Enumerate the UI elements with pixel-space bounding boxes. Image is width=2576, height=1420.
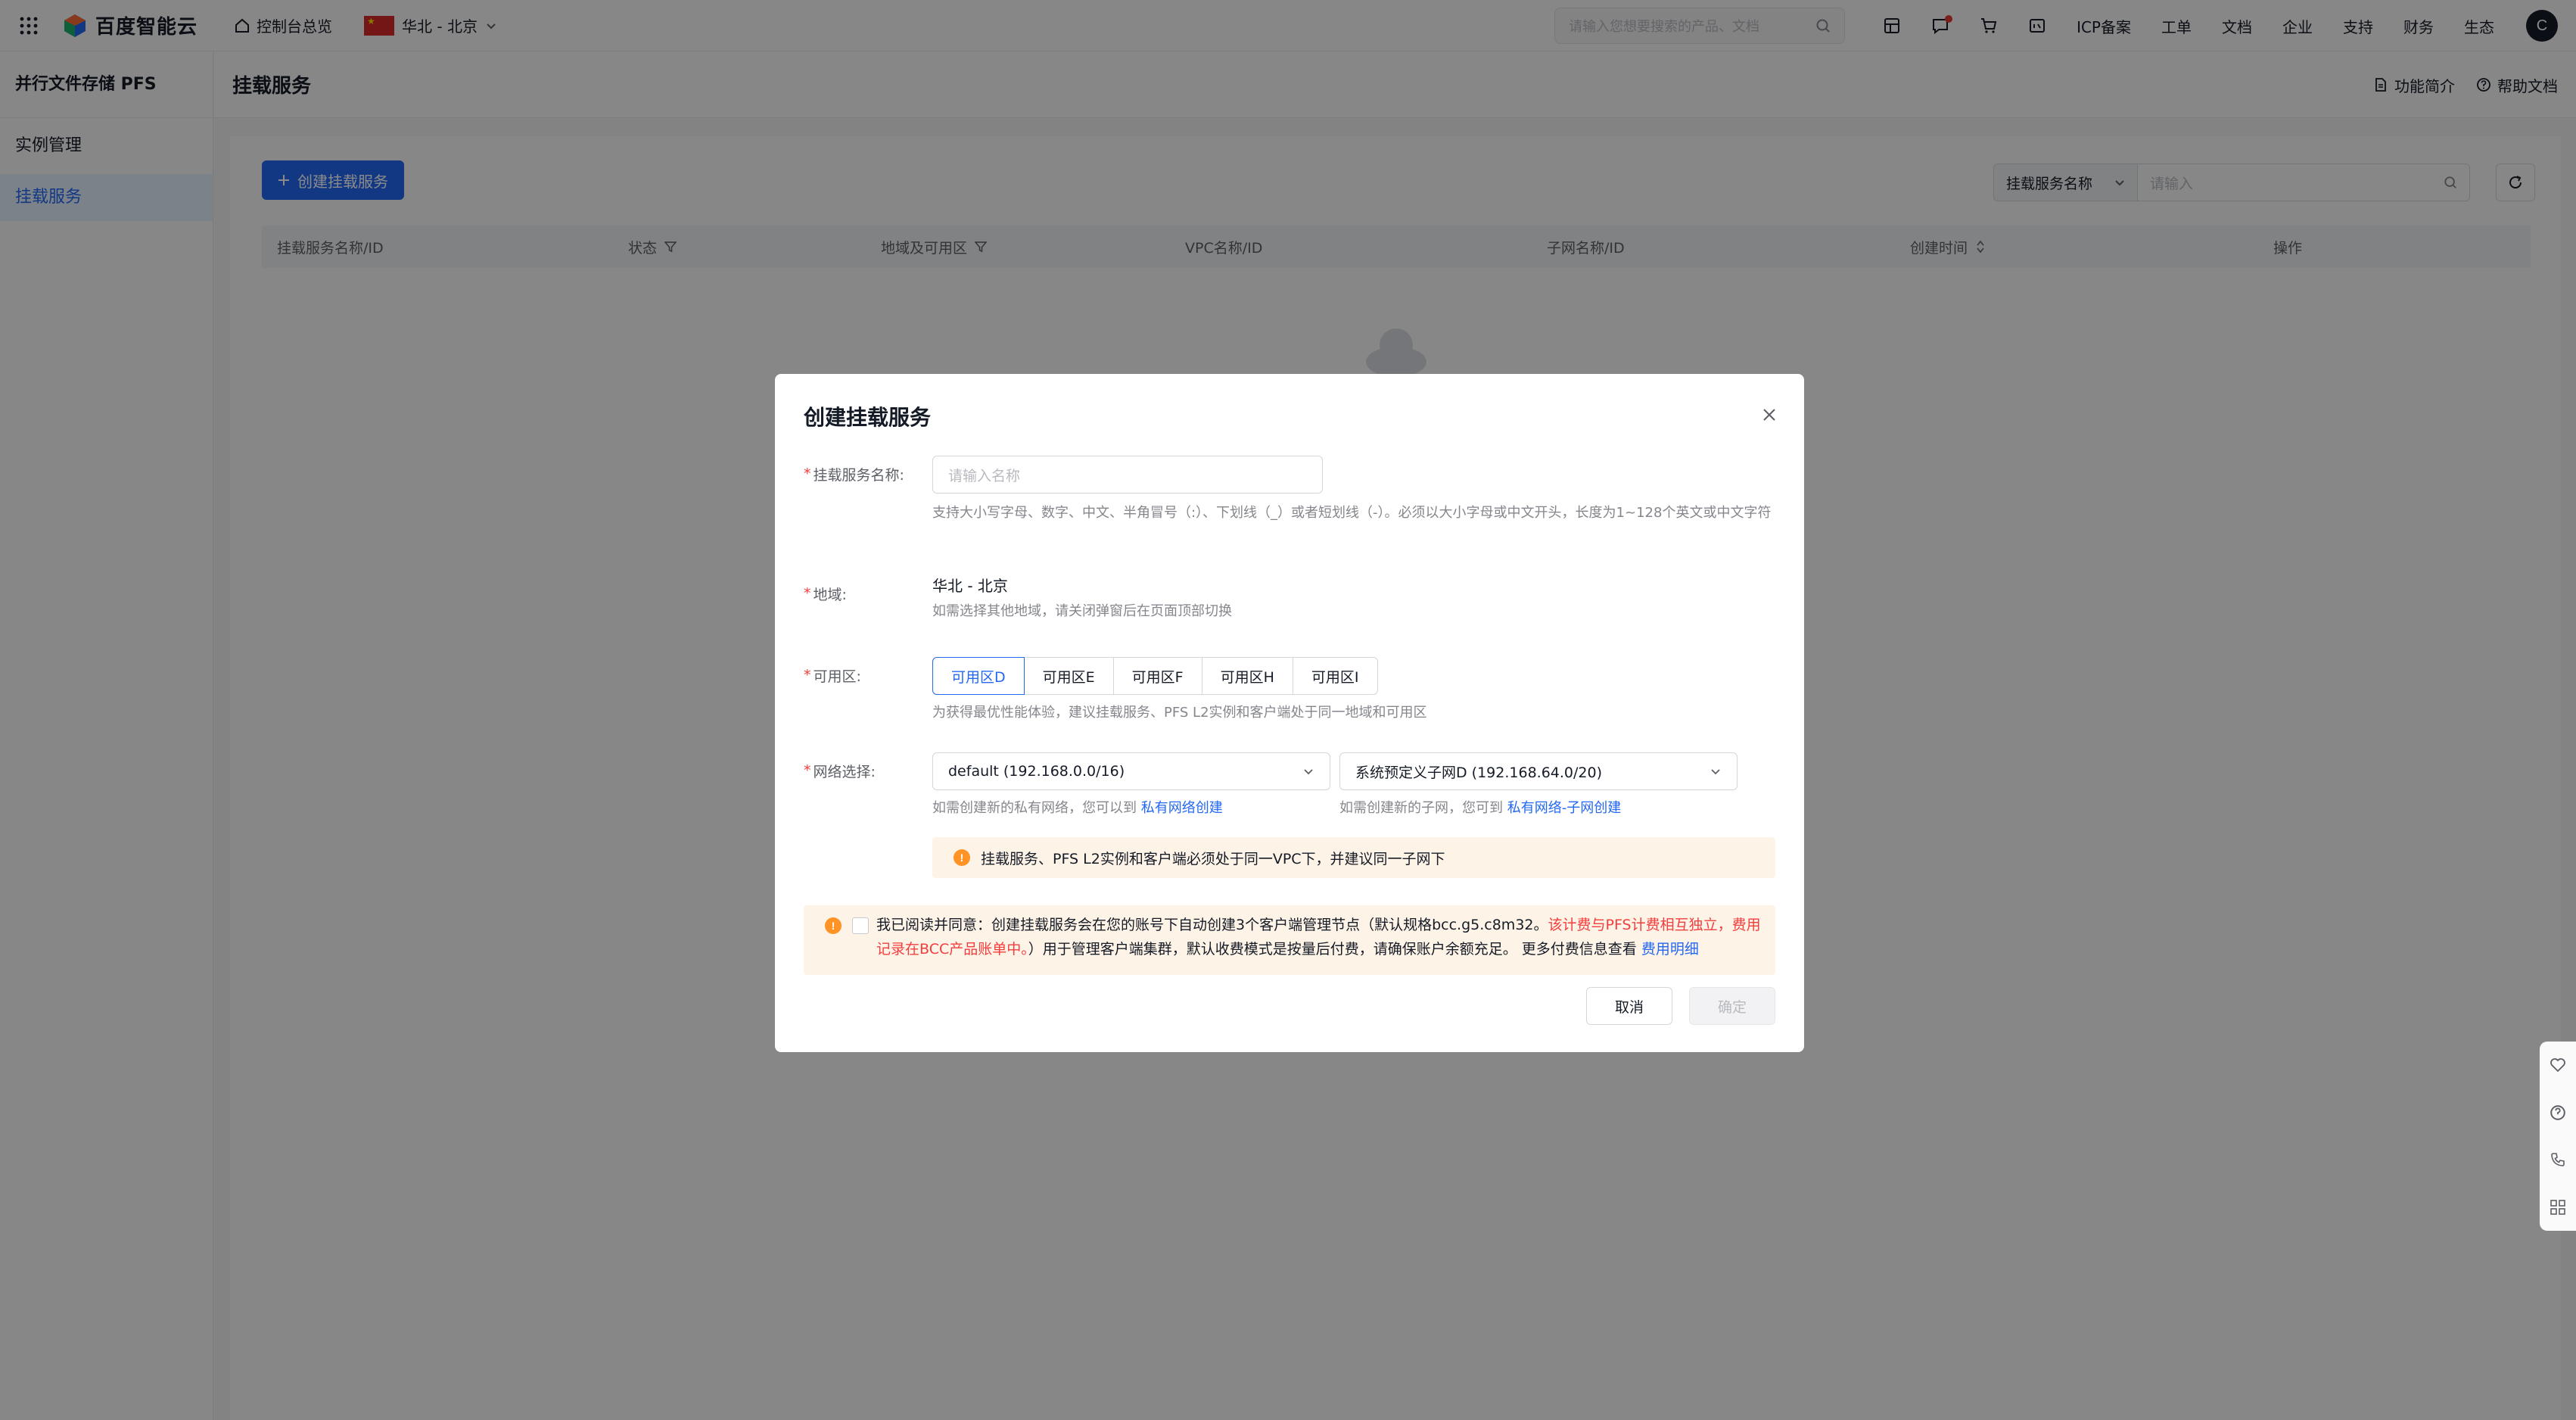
- dialog-title: 创建挂载服务: [804, 405, 932, 430]
- warning-icon: !: [825, 917, 842, 934]
- fee-details-link[interactable]: 费用明细: [1641, 941, 1699, 958]
- region-label: * 地域:: [804, 585, 847, 603]
- chevron-down-icon: [1304, 769, 1313, 775]
- warning-icon: !: [954, 849, 970, 866]
- subnet-select-value: 系统预定义子网D (192.168.64.0/20): [1355, 764, 1602, 781]
- az-option-e[interactable]: 可用区E: [1023, 657, 1114, 695]
- create-vpc-link[interactable]: 私有网络创建: [1141, 800, 1223, 816]
- region-hint: 如需选择其他地域，请关闭弹窗后在页面顶部切换: [932, 603, 1232, 619]
- subnet-select[interactable]: 系统预定义子网D (192.168.64.0/20): [1339, 752, 1738, 790]
- az-option-i[interactable]: 可用区I: [1292, 657, 1378, 695]
- name-row: * 挂载服务名称:: [804, 456, 931, 492]
- az-hint: 为获得最优性能体验，建议挂载服务、PFS L2实例和客户端处于同一地域和可用区: [932, 705, 1427, 721]
- az-option-d[interactable]: 可用区D: [932, 657, 1025, 695]
- create-subnet-link[interactable]: 私有网络-子网创建: [1507, 800, 1622, 816]
- confirm-button[interactable]: 确定: [1689, 987, 1775, 1025]
- vpc-hint: 如需创建新的私有网络，您可以到 私有网络创建: [932, 800, 1223, 816]
- az-row: * 可用区:: [804, 657, 931, 693]
- network-row: * 网络选择:: [804, 752, 931, 789]
- name-hint: 支持大小写字母、数字、中文、半角冒号（:）、下划线（_）或者短划线（-）。必须以…: [932, 505, 1772, 521]
- region-row: * 地域:: [804, 575, 931, 612]
- az-selector: 可用区D 可用区E 可用区F 可用区H 可用区I: [932, 657, 1427, 695]
- az-field-group: 可用区D 可用区E 可用区F 可用区H 可用区I 为获得最优性能体验，建议挂载服…: [932, 657, 1427, 725]
- vpc-select[interactable]: default (192.168.0.0/16): [932, 752, 1330, 790]
- floating-toolbar: [2540, 1042, 2576, 1231]
- chevron-down-icon: [1711, 769, 1720, 775]
- name-field-group: 请输入名称 支持大小写字母、数字、中文、半角冒号（:）、下划线（_）或者短划线（…: [932, 456, 1775, 525]
- subnet-hint: 如需创建新的子网，您可到 私有网络-子网创建: [1339, 800, 1622, 816]
- vpc-select-value: default (192.168.0.0/16): [948, 763, 1125, 780]
- az-option-h[interactable]: 可用区H: [1201, 657, 1293, 695]
- name-placeholder: 请输入名称: [948, 467, 1021, 484]
- network-warning: ! 挂载服务、PFS L2实例和客户端必须处于同一VPC下，并建议同一子网下: [932, 837, 1775, 878]
- network-label: * 网络选择:: [804, 762, 876, 780]
- az-label: * 可用区:: [804, 667, 861, 685]
- agreement-text: 我已阅读并同意：创建挂载服务会在您的账号下自动创建3个客户端管理节点（默认规格b…: [876, 917, 1761, 958]
- favorite-icon[interactable]: [2550, 1057, 2566, 1073]
- phone-icon[interactable]: [2550, 1151, 2566, 1168]
- name-label: * 挂载服务名称:: [804, 466, 904, 484]
- region-value: 华北 - 北京: [932, 577, 1008, 595]
- close-icon[interactable]: [1762, 407, 1777, 422]
- create-mount-service-dialog: 创建挂载服务 * 挂载服务名称: 请输入名称 支持大小写字母、数字、中文、半角冒号…: [775, 374, 1804, 1052]
- az-option-f[interactable]: 可用区F: [1112, 657, 1202, 695]
- apps-grid-icon[interactable]: [2550, 1199, 2566, 1216]
- mount-name-input[interactable]: 请输入名称: [932, 456, 1323, 494]
- agreement-checkbox[interactable]: [852, 917, 869, 934]
- help-icon[interactable]: [2550, 1104, 2566, 1121]
- region-field-group: 华北 - 北京 如需选择其他地域，请关闭弹窗后在页面顶部切换: [932, 575, 1232, 624]
- agreement-box: ! 我已阅读并同意：创建挂载服务会在您的账号下自动创建3个客户端管理节点（默认规…: [804, 905, 1775, 975]
- network-warning-text: 挂载服务、PFS L2实例和客户端必须处于同一VPC下，并建议同一子网下: [981, 850, 1445, 867]
- cancel-button[interactable]: 取消: [1586, 987, 1672, 1025]
